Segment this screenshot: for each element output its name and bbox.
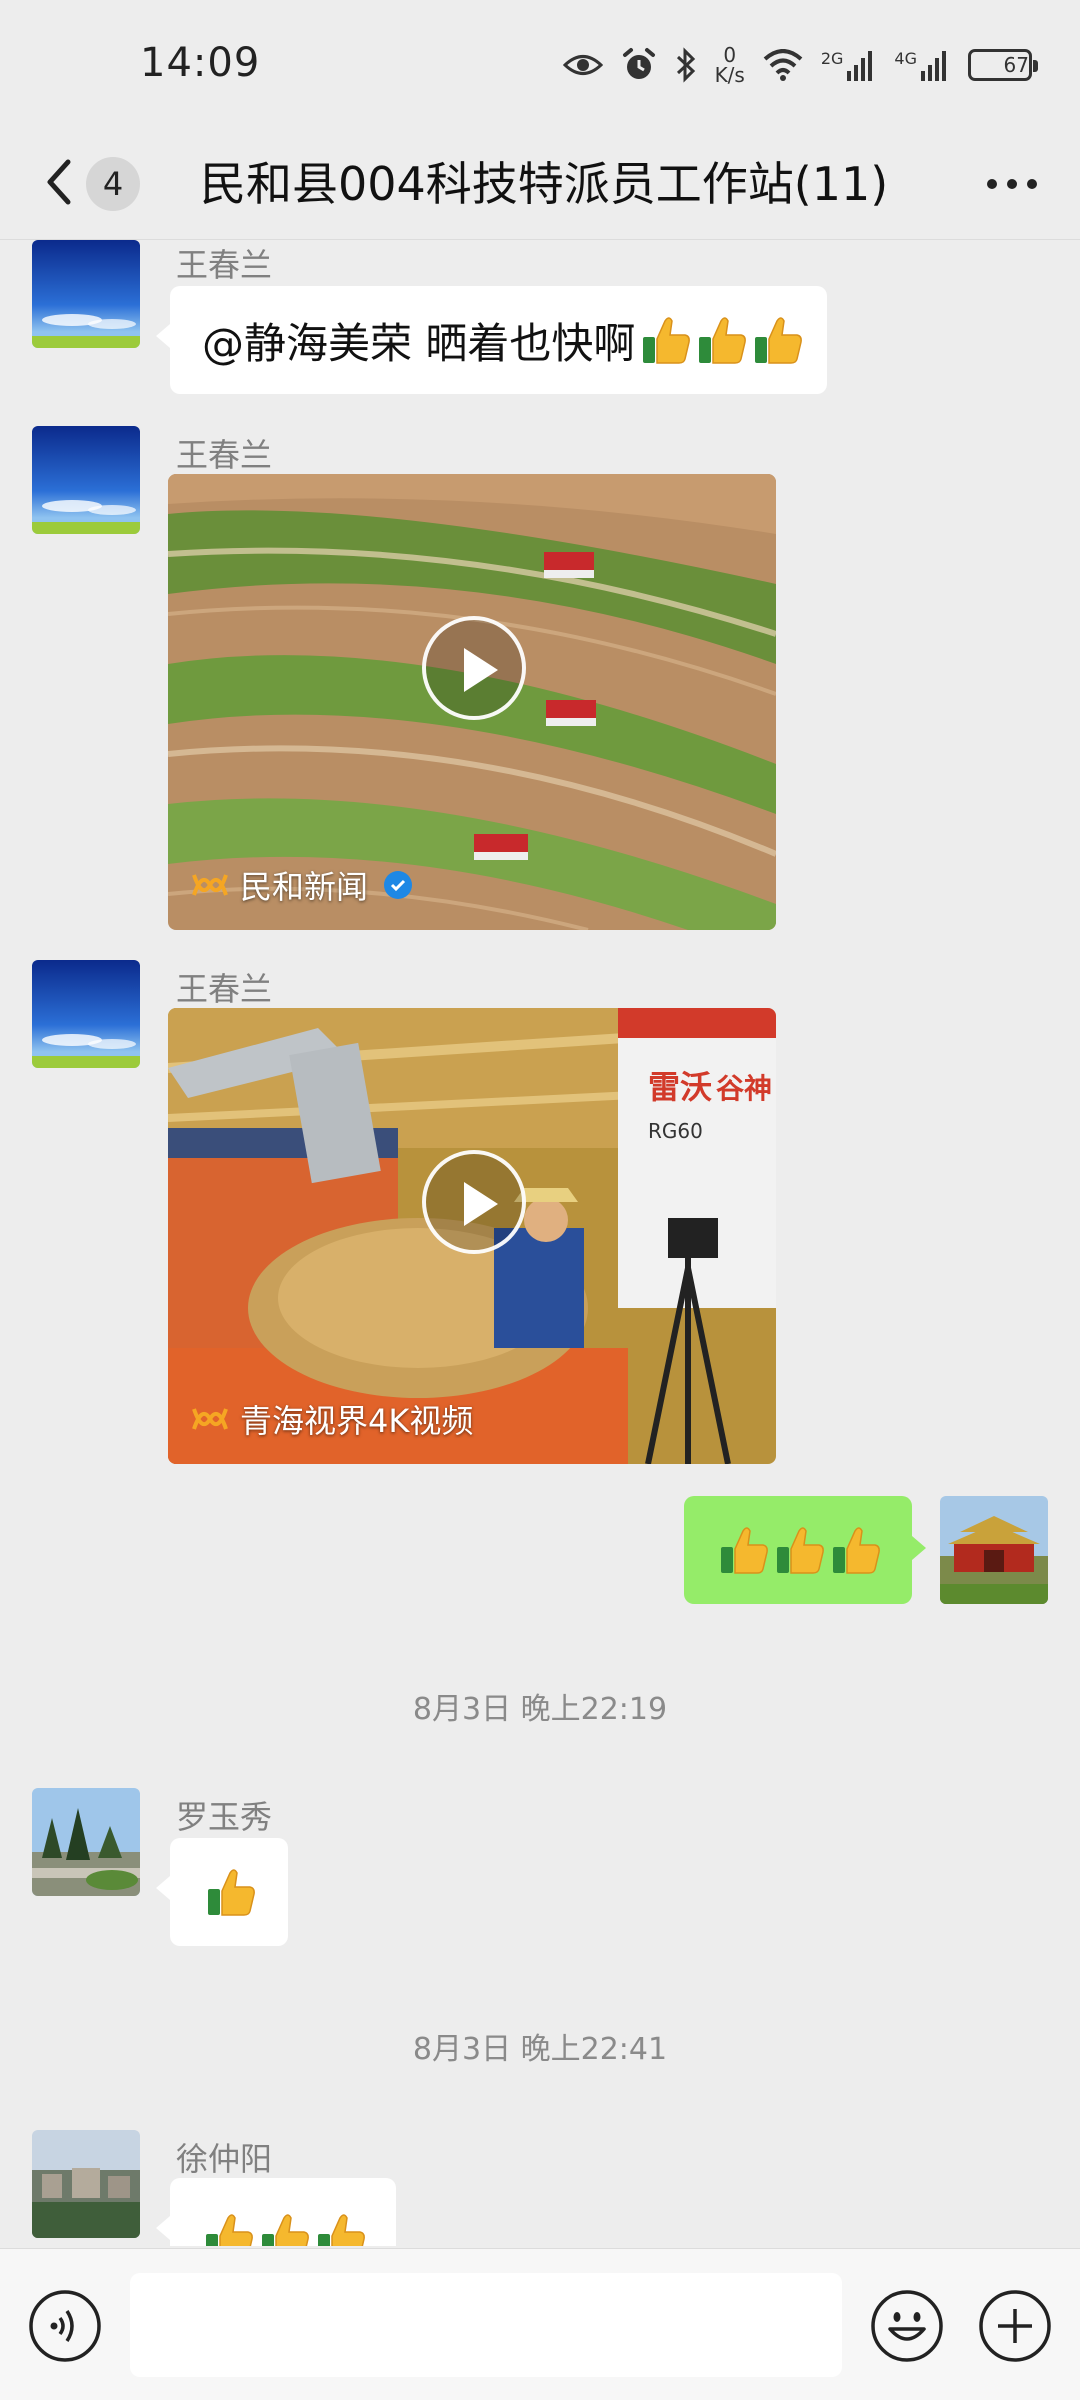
channel-name: 青海视界4K视频 [240, 1402, 474, 1440]
signal-2g-label: 2G [820, 49, 844, 68]
net-speed: 0 K/s [715, 45, 745, 85]
wifi-icon [763, 49, 803, 81]
play-button[interactable] [422, 1150, 526, 1254]
status-icons: 0 K/s 2G 4G 67 [562, 40, 1038, 90]
thumbs-up-icon [751, 313, 805, 367]
battery-level: 67 [1003, 53, 1029, 77]
signal-4g: 4G [894, 49, 950, 81]
video-channel: 民和新闻 [190, 862, 413, 908]
thumbs-up-icon [202, 2210, 256, 2246]
thumbs-up-icon [314, 2210, 368, 2246]
verified-icon [384, 871, 413, 899]
unread-count-badge[interactable]: 4 [86, 157, 140, 211]
avatar[interactable] [940, 1496, 1048, 1604]
status-bar: 14:09 0 K/s 2G 4G 67 [0, 0, 1080, 130]
signal-bars-icon [847, 51, 873, 81]
thumbs-up-icon [829, 1523, 883, 1577]
thumbs-up-icon [717, 1523, 771, 1577]
thumbs-up-icon [204, 1865, 258, 1919]
time-divider: 8月3日 晚上22:41 [412, 2032, 668, 2067]
thumbs-up-icon [639, 313, 693, 367]
sender-name: 徐仲阳 [176, 2140, 273, 2178]
play-button[interactable] [422, 616, 526, 720]
signal-2g: 2G [821, 49, 877, 81]
chevron-left-icon[interactable] [40, 150, 76, 218]
sender-name: 罗玉秀 [176, 1798, 273, 1836]
video-channel: 青海视界4K视频 [190, 1396, 473, 1442]
alarm-icon [621, 47, 657, 83]
avatar[interactable] [32, 1788, 140, 1896]
time-divider: 8月3日 晚上22:19 [412, 1692, 668, 1727]
signal-bars-icon [921, 51, 946, 81]
message-input[interactable] [130, 2273, 842, 2377]
video-card[interactable]: 民和新闻 [168, 474, 776, 930]
message-bubble[interactable] [156, 1838, 288, 1946]
avatar[interactable] [32, 240, 140, 348]
svg-text:雷沃: 雷沃 [648, 1068, 712, 1106]
chat-header: 4 民和县004科技特派员工作站(11) [0, 130, 1080, 240]
eye-icon [562, 50, 603, 80]
signal-4g-label: 4G [894, 49, 917, 68]
net-speed-unit: K/s [714, 63, 745, 87]
message-bubble[interactable] [684, 1496, 926, 1604]
message-text: @静海美荣 晒着也快啊 [202, 318, 636, 368]
video-card[interactable]: 雷沃 谷神 RG60 青海视界4K视频 [168, 1008, 776, 1464]
emoji-icon[interactable] [870, 2289, 944, 2367]
emoji-group [204, 1865, 258, 1919]
message-bubble[interactable]: @静海美荣 晒着也快啊 [155, 286, 828, 394]
svg-text:谷神: 谷神 [716, 1072, 772, 1105]
emoji-group [717, 1523, 883, 1577]
input-bar [0, 2248, 1080, 2400]
chat-title: 民和县004科技特派员工作站(11) [200, 157, 889, 211]
emoji-group [639, 313, 805, 367]
message-item: 徐仲阳 [0, 2128, 1080, 2246]
sender-name: 王春兰 [176, 970, 273, 1008]
thumbs-up-icon [773, 1523, 827, 1577]
more-dots-icon[interactable] [984, 160, 1040, 212]
thumbs-up-icon [695, 313, 749, 367]
emoji-group [202, 2210, 368, 2246]
bluetooth-icon [675, 47, 697, 83]
avatar[interactable] [32, 426, 140, 534]
battery-icon: 67 [968, 49, 1038, 81]
avatar[interactable] [32, 960, 140, 1068]
status-time: 14:09 [140, 40, 261, 86]
net-speed-value: 0 [723, 43, 737, 67]
svg-text:RG60: RG60 [648, 1119, 703, 1143]
thumbs-up-icon [258, 2210, 312, 2246]
sender-name: 王春兰 [176, 436, 273, 474]
channel-name: 民和新闻 [240, 868, 369, 906]
message-bubble[interactable] [156, 2178, 396, 2246]
voice-icon[interactable] [28, 2289, 102, 2367]
avatar[interactable] [32, 2130, 140, 2238]
channels-logo-icon [192, 1408, 228, 1430]
channels-logo-icon [192, 874, 228, 896]
sender-name: 王春兰 [176, 246, 273, 284]
plus-icon[interactable] [978, 2289, 1052, 2367]
